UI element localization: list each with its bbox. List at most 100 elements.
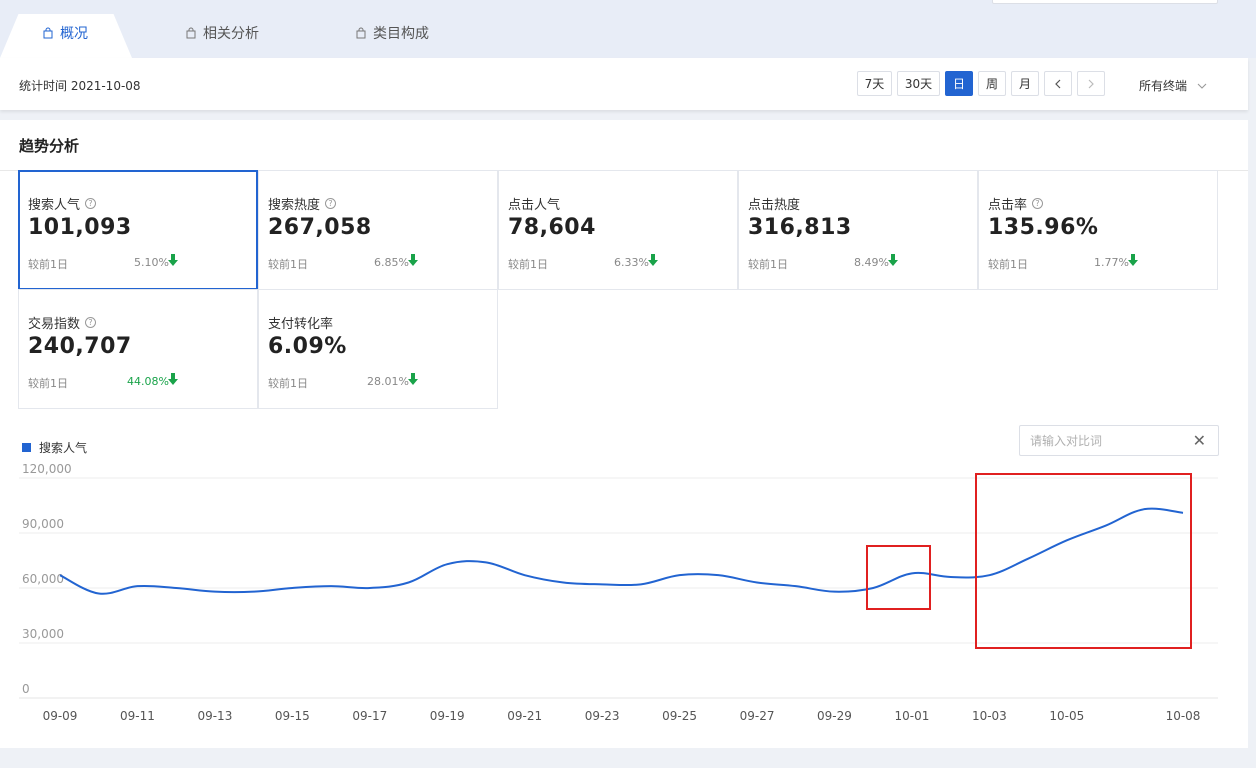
metric-name: 点击率? [988, 194, 1044, 213]
x-tick-label: 09-11 [120, 709, 155, 723]
x-tick-label: 10-01 [894, 709, 929, 723]
x-tick-label: 10-03 [972, 709, 1007, 723]
compare-label: 较前1日 [28, 258, 68, 271]
metric-name: 搜索人气? [28, 194, 97, 213]
metric-name-label: 交易指数 [28, 317, 81, 332]
y-tick-label: 60,000 [22, 572, 64, 586]
period-7-days-button[interactable]: 7天 [857, 71, 892, 96]
metric-name-label: 搜索热度 [268, 198, 321, 213]
tab-related-analysis[interactable]: 相关分析 [185, 22, 259, 44]
help-icon[interactable]: ? [325, 198, 337, 209]
x-tick-label: 10-05 [1049, 709, 1084, 723]
terminal-select[interactable]: 所有终端 [1139, 77, 1207, 94]
metric-card-transaction-index[interactable]: 交易指数? 240,707 较前1日 44.08% [18, 289, 258, 409]
x-tick-label: 09-27 [740, 709, 775, 723]
x-tick-label: 09-15 [275, 709, 310, 723]
x-tick-label: 09-09 [43, 709, 78, 723]
close-icon[interactable]: ✕ [1193, 431, 1206, 450]
x-tick-label: 09-23 [585, 709, 620, 723]
metric-value: 78,604 [508, 215, 596, 240]
tab-label: 概况 [60, 26, 88, 42]
top-search-box[interactable] [992, 0, 1218, 4]
x-tick-label: 09-21 [507, 709, 542, 723]
tab-label: 相关分析 [203, 26, 259, 42]
chevron-left-icon [1055, 79, 1061, 88]
tab-label: 类目构成 [373, 26, 429, 42]
metric-card-search-heat[interactable]: 搜索热度? 267,058 较前1日 6.85% [258, 170, 498, 290]
shopping-bag-icon [356, 27, 366, 39]
metric-name-label: 搜索人气 [28, 198, 81, 213]
compare-keyword-input[interactable] [1030, 432, 1180, 450]
arrow-down-icon [408, 373, 418, 385]
tab-overview[interactable]: 概况 [42, 22, 88, 44]
terminal-select-value: 所有终端 [1139, 79, 1188, 93]
arrow-down-icon [1128, 254, 1138, 266]
metric-name: 交易指数? [28, 313, 97, 332]
metric-value: 135.96% [988, 215, 1099, 240]
period-30-days-button[interactable]: 30天 [897, 71, 940, 96]
arrow-down-icon [888, 254, 898, 266]
arrow-down-icon [168, 254, 178, 266]
period-week-button[interactable]: 周 [978, 71, 1006, 96]
shopping-bag-icon [43, 27, 53, 39]
change-percent: 6.85% [374, 256, 409, 269]
metric-card-click-rate[interactable]: 点击率? 135.96% 较前1日 1.77% [978, 170, 1218, 290]
metric-value: 316,813 [748, 215, 852, 240]
x-tick-label: 09-19 [430, 709, 465, 723]
y-tick-label: 90,000 [22, 517, 64, 531]
help-icon[interactable]: ? [85, 198, 97, 209]
legend-swatch [22, 443, 31, 452]
x-tick-label: 09-29 [817, 709, 852, 723]
top-tab-bar: 概况 相关分析 类目构成 [0, 0, 1256, 58]
y-tick-label: 120,000 [22, 462, 72, 476]
metric-card-click-heat[interactable]: 点击热度 316,813 较前1日 8.49% [738, 170, 978, 290]
period-month-button[interactable]: 月 [1011, 71, 1039, 96]
arrow-down-icon [168, 373, 178, 385]
change-percent: 5.10% [134, 256, 169, 269]
section-title: 趋势分析 [19, 137, 80, 155]
prev-period-button[interactable] [1044, 71, 1072, 96]
arrow-down-icon [648, 254, 658, 266]
metric-value: 101,093 [28, 215, 132, 240]
metric-name-label: 点击率 [988, 198, 1028, 213]
metric-name-label: 点击人气 [508, 198, 561, 213]
metric-name: 点击热度 [748, 194, 800, 213]
metric-card-payment-conversion[interactable]: 支付转化率 6.09% 较前1日 28.01% [258, 289, 498, 409]
metric-card-search-popularity[interactable]: 搜索人气? 101,093 较前1日 5.10% [18, 170, 258, 290]
change-percent: 44.08% [127, 375, 169, 388]
y-tick-label: 0 [22, 682, 30, 696]
metric-name: 支付转化率 [268, 313, 333, 332]
x-tick-label: 10-08 [1166, 709, 1201, 723]
chevron-right-icon [1088, 79, 1094, 88]
metric-name-label: 支付转化率 [268, 317, 334, 332]
compare-label: 较前1日 [268, 377, 308, 390]
change-percent: 8.49% [854, 256, 889, 269]
shopping-bag-icon [186, 27, 196, 39]
x-tick-label: 09-25 [662, 709, 697, 723]
compare-keyword-field[interactable]: ✕ [1019, 425, 1219, 456]
help-icon[interactable]: ? [85, 317, 97, 328]
arrow-down-icon [408, 254, 418, 266]
compare-label: 较前1日 [508, 258, 548, 271]
period-day-button[interactable]: 日 [945, 71, 973, 96]
compare-label: 较前1日 [28, 377, 68, 390]
metric-card-click-popularity[interactable]: 点击人气 78,604 较前1日 6.33% [498, 170, 738, 290]
metric-value: 267,058 [268, 215, 372, 240]
chart-legend[interactable]: 搜索人气 [22, 439, 87, 456]
help-icon[interactable]: ? [1032, 198, 1044, 209]
stat-time-bar: 统计时间 2021-10-08 7天 30天 日 周 月 所有终端 [0, 58, 1248, 110]
metric-value: 240,707 [28, 334, 132, 359]
metric-name: 点击人气 [508, 194, 560, 213]
tab-category-composition[interactable]: 类目构成 [355, 22, 429, 44]
chevron-down-icon [1197, 83, 1207, 89]
metric-name: 搜索热度? [268, 194, 337, 213]
compare-label: 较前1日 [988, 258, 1028, 271]
change-percent: 28.01% [367, 375, 409, 388]
legend-label: 搜索人气 [39, 441, 88, 455]
highlight-box-national-day [866, 545, 931, 610]
change-percent: 6.33% [614, 256, 649, 269]
next-period-button[interactable] [1077, 71, 1105, 96]
compare-label: 较前1日 [748, 258, 788, 271]
stat-time: 统计时间 2021-10-08 [19, 79, 141, 93]
change-percent: 1.77% [1094, 256, 1129, 269]
